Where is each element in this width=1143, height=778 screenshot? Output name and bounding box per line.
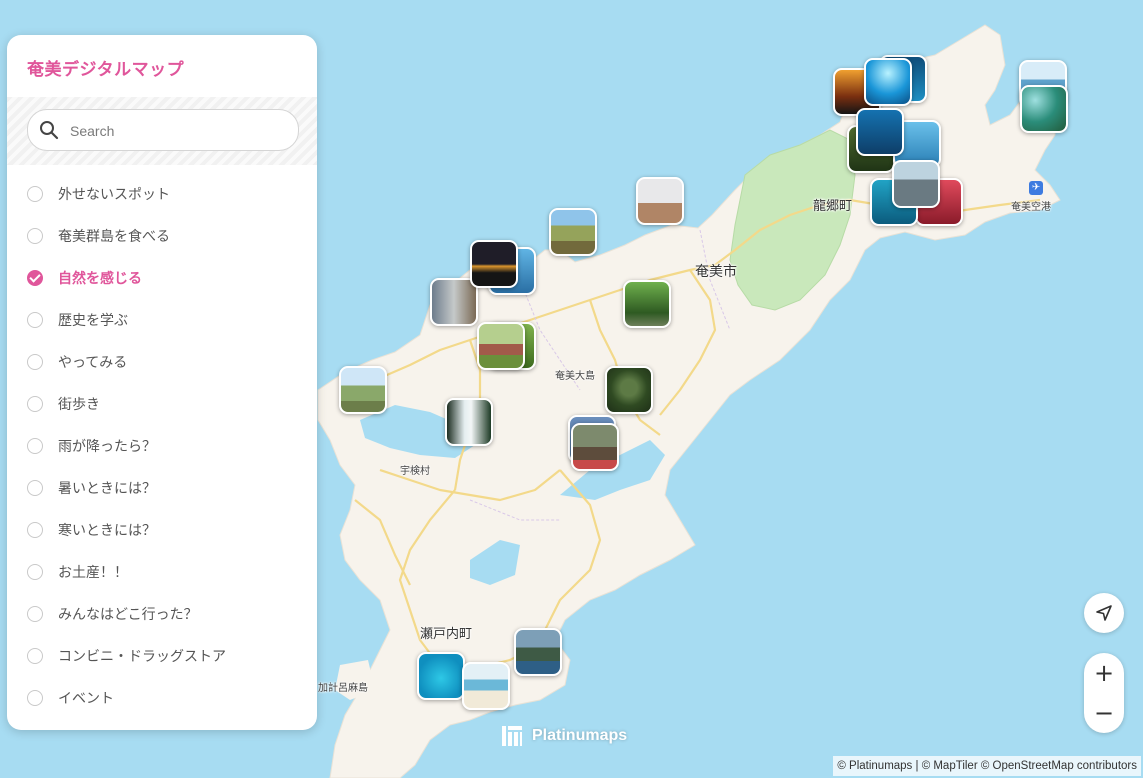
- category-label: 雨が降ったら？: [58, 439, 156, 455]
- radio-icon[interactable]: [27, 186, 43, 202]
- category-item[interactable]: 街歩き: [7, 383, 317, 425]
- radio-icon[interactable]: [27, 690, 43, 706]
- photo-pin[interactable]: [856, 108, 904, 156]
- radio-icon[interactable]: [27, 522, 43, 538]
- label-tatsugo: 龍郷町: [813, 199, 853, 214]
- label-amami-city: 奄美市: [695, 264, 737, 280]
- radio-icon[interactable]: [27, 270, 43, 286]
- photo-pin[interactable]: [636, 177, 684, 225]
- category-label: 奄美群島を食べる: [58, 229, 170, 245]
- label-amami-oshima: 奄美大島: [555, 371, 595, 382]
- radio-icon[interactable]: [27, 480, 43, 496]
- category-label: 街歩き: [58, 397, 100, 413]
- category-label: やってみる: [58, 355, 128, 371]
- photo-pin[interactable]: [339, 366, 387, 414]
- photo-pin[interactable]: [430, 278, 478, 326]
- category-label: 暑いときには？: [58, 481, 156, 497]
- radio-icon[interactable]: [27, 312, 43, 328]
- category-label: コンビニ・ドラッグストア: [58, 649, 226, 665]
- category-item[interactable]: 奄美群島を食べる: [7, 215, 317, 257]
- photo-pin[interactable]: [605, 366, 653, 414]
- category-item[interactable]: 歴史を学ぶ: [7, 299, 317, 341]
- brand-watermark: Platinumaps: [500, 724, 627, 748]
- label-kakeroma: 加計呂麻島: [318, 683, 368, 694]
- category-item[interactable]: 寒いときには？: [7, 509, 317, 551]
- photo-pin[interactable]: [549, 208, 597, 256]
- category-label: イベント: [58, 691, 114, 707]
- label-amami-airport: 奄美空港: [1011, 202, 1051, 213]
- category-item[interactable]: やってみる: [7, 341, 317, 383]
- category-label: お土産！！: [58, 565, 128, 581]
- search-input[interactable]: [68, 118, 292, 144]
- category-label: 歴史を学ぶ: [58, 313, 128, 329]
- category-list: 外せないスポット 奄美群島を食べる 自然を感じる 歴史を学ぶ やってみる 街歩き…: [7, 173, 317, 719]
- category-item[interactable]: コンビニ・ドラッグストア: [7, 635, 317, 677]
- platinumaps-logo-icon: [502, 726, 522, 746]
- label-uken: 宇検村: [400, 466, 430, 477]
- photo-pin[interactable]: [1020, 85, 1068, 133]
- photo-pin[interactable]: [462, 662, 510, 710]
- label-setouchi: 瀬戸内町: [420, 627, 473, 642]
- zoom-control: + −: [1084, 653, 1124, 733]
- photo-pin[interactable]: [514, 628, 562, 676]
- radio-icon[interactable]: [27, 606, 43, 622]
- category-item[interactable]: 暑いときには？: [7, 467, 317, 509]
- radio-icon[interactable]: [27, 438, 43, 454]
- side-panel: 奄美デジタルマップ 外せないスポット 奄美群島を食べる 自然を感じる 歴史を学ぶ…: [7, 35, 317, 730]
- zoom-in-button[interactable]: +: [1084, 653, 1124, 693]
- navigation-arrow-icon: [1096, 605, 1112, 621]
- category-item[interactable]: 自然を感じる: [7, 257, 317, 299]
- radio-icon[interactable]: [27, 354, 43, 370]
- category-item[interactable]: みんなはどこ行った？: [7, 593, 317, 635]
- photo-pin[interactable]: [445, 398, 493, 446]
- category-label: 自然を感じる: [58, 271, 142, 287]
- photo-pin[interactable]: [623, 280, 671, 328]
- photo-pin[interactable]: [417, 652, 465, 700]
- category-item[interactable]: 雨が降ったら？: [7, 425, 317, 467]
- category-item[interactable]: イベント: [7, 677, 317, 719]
- photo-pin[interactable]: [864, 58, 912, 106]
- photo-pin[interactable]: [892, 160, 940, 208]
- radio-icon[interactable]: [27, 228, 43, 244]
- app-title: 奄美デジタルマップ: [27, 60, 185, 80]
- search-icon: [40, 121, 59, 140]
- radio-icon[interactable]: [27, 396, 43, 412]
- radio-icon[interactable]: [27, 648, 43, 664]
- photo-pin[interactable]: [571, 423, 619, 471]
- category-item[interactable]: 外せないスポット: [7, 173, 317, 215]
- search-area: [7, 97, 317, 165]
- airplane-icon: ✈: [1029, 181, 1043, 195]
- category-label: 寒いときには？: [58, 523, 156, 539]
- locate-button[interactable]: [1084, 593, 1124, 633]
- radio-icon[interactable]: [27, 564, 43, 580]
- brand-name: Platinumaps: [532, 727, 628, 744]
- search-box[interactable]: [27, 109, 299, 151]
- category-item[interactable]: お土産！！: [7, 551, 317, 593]
- photo-pin[interactable]: [470, 240, 518, 288]
- category-label: 外せないスポット: [58, 187, 170, 203]
- map-attribution[interactable]: © Platinumaps | © MapTiler © OpenStreetM…: [833, 756, 1141, 776]
- zoom-out-button[interactable]: −: [1084, 693, 1124, 733]
- category-label: みんなはどこ行った？: [58, 607, 198, 623]
- photo-pin[interactable]: [477, 322, 525, 370]
